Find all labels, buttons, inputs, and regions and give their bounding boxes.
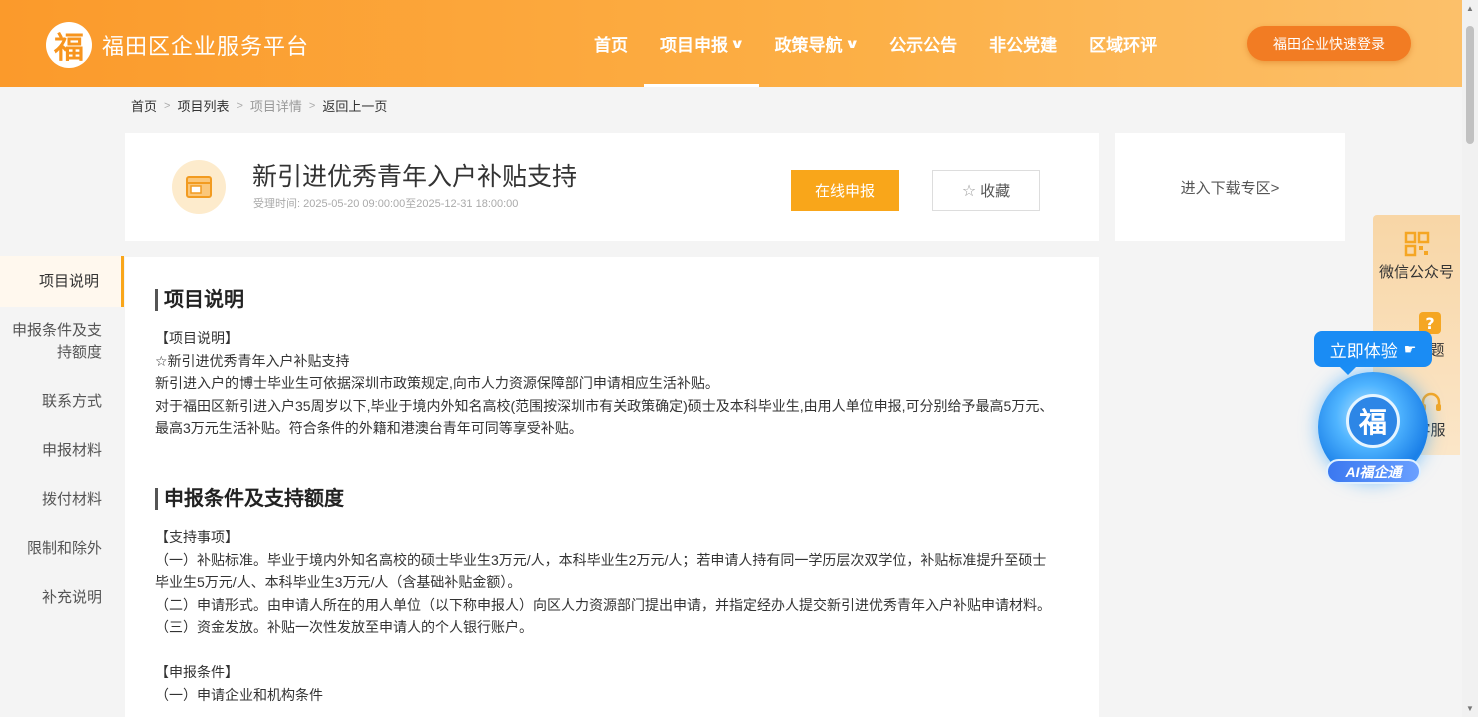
- sidenav-item-materials[interactable]: 申报材料: [0, 440, 124, 462]
- download-zone-link[interactable]: 进入下载专区>: [1115, 133, 1345, 241]
- section-title-conditions: 申报条件及支持额度: [155, 488, 344, 510]
- breadcrumb-separator: >: [164, 99, 171, 112]
- section-title-intro: 项目说明: [155, 289, 244, 311]
- ai-assistant-label[interactable]: AI福企通: [1326, 459, 1421, 484]
- svg-text:?: ?: [1425, 314, 1434, 333]
- apply-online-button[interactable]: 在线申报: [791, 170, 899, 211]
- hand-pointer-icon: ☛: [1403, 340, 1417, 357]
- project-content: 项目说明 【项目说明】 ☆新引进优秀青年入户补贴支持 新引进入户的博士毕业生可依…: [125, 257, 1099, 717]
- nav-home[interactable]: 首页: [578, 0, 644, 87]
- scroll-thumb[interactable]: [1466, 26, 1474, 144]
- breadcrumb-current: 项目详情: [249, 99, 302, 114]
- nav-env[interactable]: 区域环评: [1073, 0, 1173, 87]
- main-nav: 首页 项目申报 ∨ 政策导航 ∨ 公示公告 非公党建 区域环评: [578, 0, 1173, 87]
- site-logo[interactable]: 福 福田区企业服务平台: [46, 22, 309, 68]
- scroll-up-icon[interactable]: ▲: [1466, 4, 1474, 13]
- ai-try-now-bubble[interactable]: 立即体验 ☛: [1314, 331, 1432, 375]
- breadcrumb-list[interactable]: 项目列表: [177, 96, 229, 115]
- breadcrumb-back[interactable]: 返回上一页: [322, 96, 387, 115]
- section-sidenav: 项目说明 申报条件及支持额度 联系方式 申报材料 拨付材料 限制和除外 补充说明: [0, 256, 124, 609]
- intro-text: 【项目说明】 ☆新引进优秀青年入户补贴支持 新引进入户的博士毕业生可依据深圳市政…: [155, 330, 1054, 436]
- qrcode-icon: [1404, 231, 1429, 257]
- ai-logo-icon: 福: [1346, 394, 1400, 448]
- sidenav-item-intro[interactable]: 项目说明: [0, 256, 124, 307]
- breadcrumb: 首页 > 项目列表 > 项目详情 > 返回上一页: [131, 96, 387, 115]
- project-time: 受理时间: 2025-05-20 09:00:00至2025-12-31 18:…: [253, 198, 519, 210]
- project-header-card: 新引进优秀青年入户补贴支持 受理时间: 2025-05-20 09:00:00至…: [125, 133, 1099, 241]
- sidenav-item-contact[interactable]: 联系方式: [0, 391, 124, 413]
- quick-login-button[interactable]: 福田企业快速登录: [1247, 26, 1411, 61]
- page-scrollbar[interactable]: ▲ ▼: [1462, 0, 1478, 717]
- sidenav-item-payment[interactable]: 拨付材料: [0, 489, 124, 511]
- site-name: 福田区企业服务平台: [102, 34, 310, 59]
- nav-project-apply[interactable]: 项目申报 ∨: [644, 0, 759, 87]
- star-icon: ☆: [961, 182, 977, 200]
- logo-icon: 福: [46, 22, 92, 68]
- nav-party[interactable]: 非公党建: [973, 0, 1073, 87]
- nav-announcement[interactable]: 公示公告: [873, 0, 973, 87]
- scroll-down-icon[interactable]: ▼: [1466, 704, 1474, 713]
- sidenav-item-supplement[interactable]: 补充说明: [0, 587, 124, 609]
- project-title: 新引进优秀青年入户补贴支持: [252, 163, 578, 191]
- sidenav-item-conditions[interactable]: 申报条件及支持额度: [0, 320, 124, 364]
- nav-policy[interactable]: 政策导航 ∨: [759, 0, 874, 87]
- breadcrumb-home[interactable]: 首页: [131, 96, 157, 115]
- wechat-button[interactable]: 微信公众号: [1373, 231, 1460, 282]
- sidenav-item-limits[interactable]: 限制和除外: [0, 538, 124, 560]
- conditions-text: 【支持事项】 （一）补贴标准。毕业于境内外知名高校的硕士毕业生3万元/人，本科毕…: [155, 529, 1051, 703]
- breadcrumb-separator: >: [236, 99, 243, 112]
- favorite-button[interactable]: ☆ 收藏: [932, 170, 1040, 211]
- chevron-down-icon: ∨: [844, 35, 860, 51]
- chevron-down-icon: ∨: [729, 35, 745, 51]
- top-header: 福 福田区企业服务平台 首页 项目申报 ∨ 政策导航 ∨ 公示公告 非公党建 区域环…: [0, 0, 1462, 87]
- breadcrumb-separator: >: [308, 99, 316, 112]
- project-folder-icon: [172, 160, 226, 214]
